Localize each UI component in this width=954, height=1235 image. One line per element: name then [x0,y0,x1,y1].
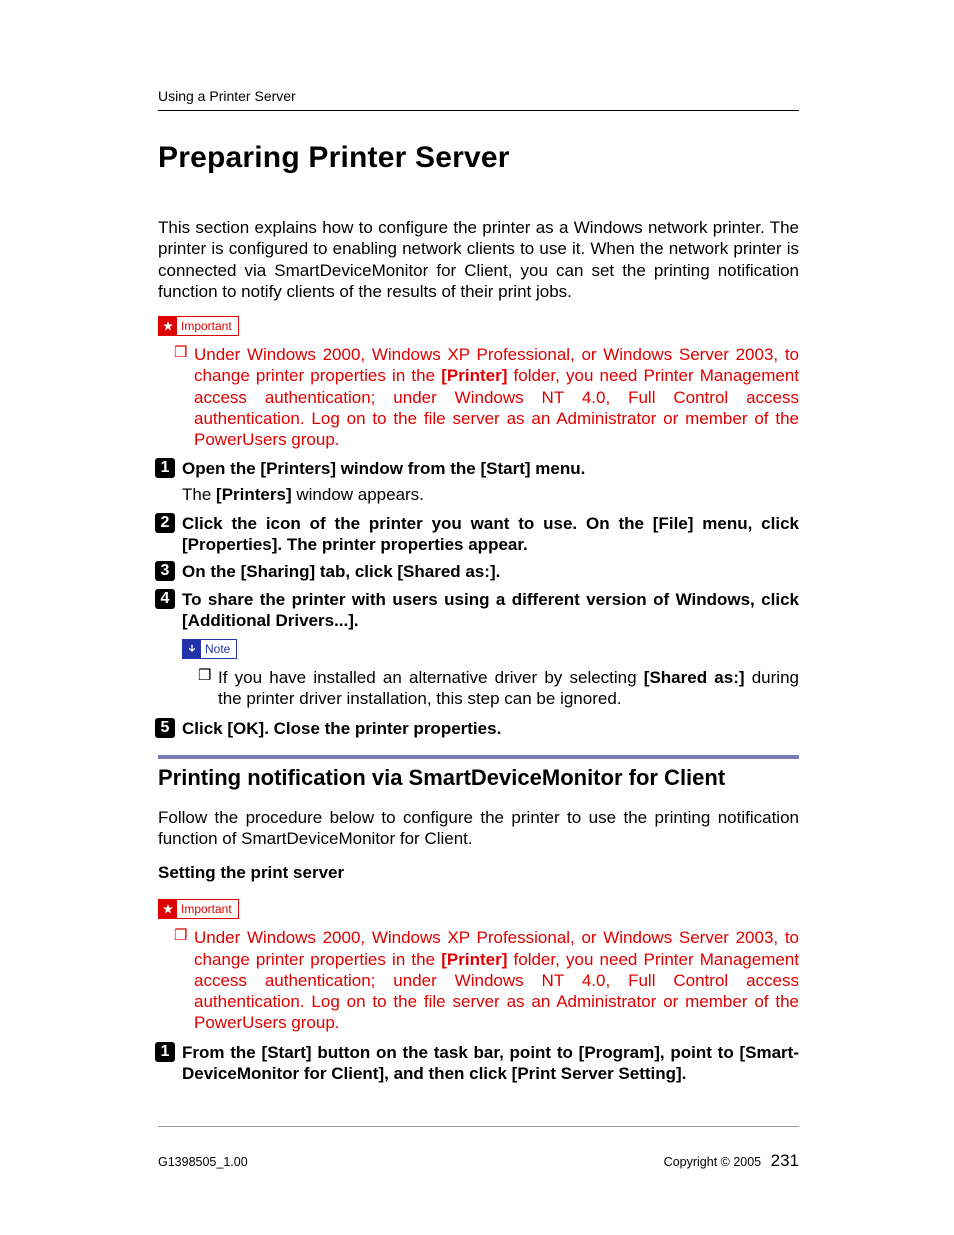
important-list: Under Windows 2000, Windows XP Professio… [158,344,799,450]
note-item: If you have installed an alternative dri… [182,667,799,710]
footer-right: Copyright © 2005 231 [664,1151,799,1171]
subsection-heading: Setting the print server [158,863,799,883]
step-number-icon: 4 [155,589,175,609]
running-head: Using a Printer Server [158,88,799,104]
step-5: 5 Click [OK]. Close the printer properti… [158,718,799,739]
step-3: 3 On the [Sharing] tab, click [Shared as… [158,561,799,582]
important-callout: Important [158,899,239,919]
step-2: 2 Click the icon of the printer you want… [158,513,799,556]
page-footer: G1398505_1.00 Copyright © 2005 231 [158,1151,799,1171]
step-number-icon: 1 [155,1042,175,1062]
important-label: Important [177,317,238,335]
intro-paragraph: This section explains how to configure t… [158,217,799,302]
section-divider [158,755,799,759]
important-list-2: Under Windows 2000, Windows XP Professio… [158,927,799,1033]
doc-id: G1398505_1.00 [158,1155,248,1169]
note-list: If you have installed an alternative dri… [182,667,799,710]
section-intro: Follow the procedure below to configure … [158,807,799,850]
step-number-icon: 1 [155,458,175,478]
important-item: Under Windows 2000, Windows XP Professio… [158,344,799,450]
note-callout: Note [182,639,237,659]
note-label: Note [201,640,236,658]
page-title: Preparing Printer Server [158,141,799,175]
step-4: 4 To share the printer with users using … [158,589,799,632]
important-label: Important [177,900,238,918]
footer-rule [158,1126,799,1127]
arrow-down-icon [183,640,201,658]
star-icon [159,900,177,918]
copyright: Copyright © 2005 [664,1155,761,1169]
section-heading: Printing notification via SmartDeviceMon… [158,765,799,791]
step-number-icon: 5 [155,718,175,738]
header-rule [158,110,799,111]
step-1: 1 Open the [Printers] window from the [S… [158,458,799,479]
important-callout: Important [158,316,239,336]
page-number: 231 [771,1151,799,1170]
document-page: Using a Printer Server Preparing Printer… [0,0,954,1231]
step-number-icon: 2 [155,513,175,533]
step-1-result: The [Printers] window appears. [182,484,799,505]
step-4-note-block: Note If you have installed an alternativ… [182,633,799,710]
star-icon [159,317,177,335]
important-item: Under Windows 2000, Windows XP Professio… [158,927,799,1033]
step-number-icon: 3 [155,561,175,581]
section2-step-1: 1 From the [Start] button on the task ba… [158,1042,799,1085]
